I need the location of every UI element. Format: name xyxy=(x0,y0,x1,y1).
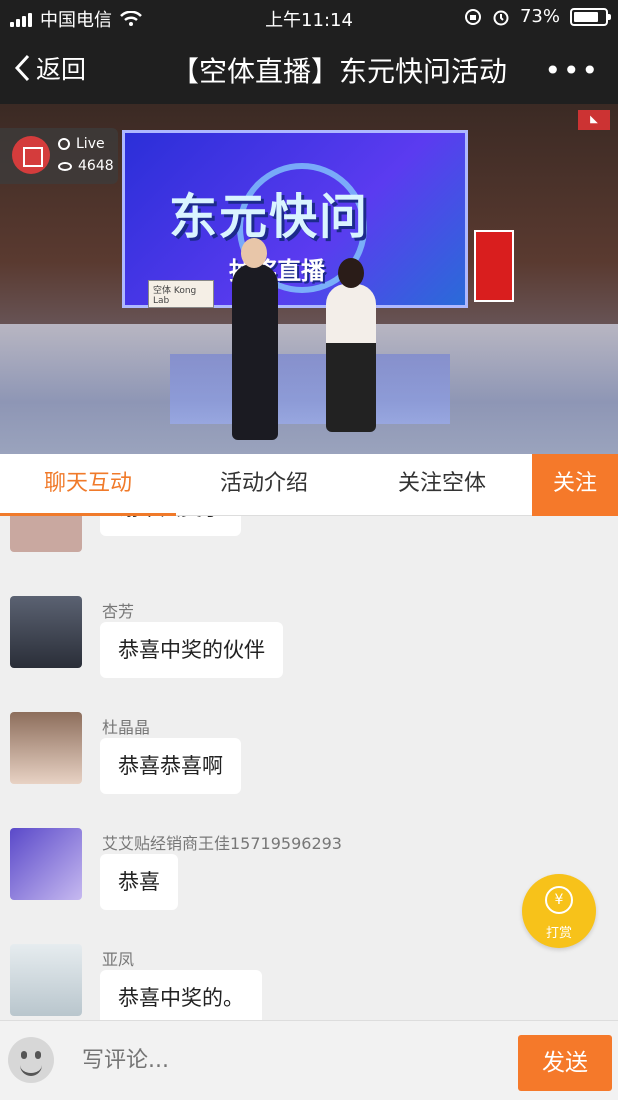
top-bar: 中国电信 上午11:14 73% 返回 【空体直播】东元快问活动 ••• xyxy=(0,0,618,104)
message-bubble: 谢中大奖了 xyxy=(100,516,241,536)
username: 杜晶晶 xyxy=(102,718,151,737)
username: 艾艾贴经销商王佳15719596293 xyxy=(102,834,342,853)
emoji-icon[interactable] xyxy=(8,1037,54,1083)
battery-icon xyxy=(570,7,611,26)
screen-title: 东元快问 xyxy=(169,189,370,245)
rollup-banner xyxy=(474,230,514,302)
status-right: 73% xyxy=(464,6,611,27)
chevron-left-icon xyxy=(14,54,30,82)
message-bubble: 恭喜恭喜啊 xyxy=(100,738,241,794)
channel-logo xyxy=(12,136,50,174)
message-bubble: 恭喜中奖的。 xyxy=(100,970,262,1020)
username: 杏芳 xyxy=(102,602,135,621)
logo-board: 空体 Kong Lab xyxy=(148,280,214,308)
back-label: 返回 xyxy=(36,55,87,84)
tab-chat[interactable]: 聊天互动 xyxy=(0,454,176,516)
avatar[interactable] xyxy=(10,516,82,552)
corner-logo: ◣ xyxy=(578,110,610,130)
tab-activity-intro[interactable]: 活动介绍 xyxy=(176,454,352,516)
comment-bar: 发送 xyxy=(0,1020,618,1100)
live-video-player[interactable]: 东元快问 抽奖直播 空体 Kong Lab Live 4648 ◣ xyxy=(0,104,618,454)
rotation-lock-icon xyxy=(464,8,481,25)
alarm-icon xyxy=(493,10,509,25)
avatar[interactable] xyxy=(10,828,82,900)
status-bar: 中国电信 上午11:14 73% xyxy=(0,0,618,34)
back-button[interactable]: 返回 xyxy=(14,50,86,86)
avatar[interactable] xyxy=(10,712,82,784)
reward-label: 打赏 xyxy=(545,926,572,941)
viewer-count: 4648 xyxy=(78,158,114,174)
comment-input[interactable] xyxy=(70,1035,506,1085)
tab-bar: 聊天互动 活动介绍 关注空体 关注 xyxy=(0,454,618,516)
battery-percent: 73% xyxy=(519,6,560,27)
send-button[interactable]: 发送 xyxy=(518,1035,612,1091)
live-label: Live xyxy=(76,136,105,152)
username: 亚凤 xyxy=(102,950,135,969)
live-badge: Live 4648 xyxy=(0,128,118,184)
host-female xyxy=(326,258,376,432)
avatar[interactable] xyxy=(10,596,82,668)
host-male xyxy=(232,238,278,440)
page-title: 【空体直播】东元快问活动 xyxy=(170,55,507,88)
message-bubble: 恭喜 xyxy=(100,854,178,910)
navigation-bar: 返回 【空体直播】东元快问活动 ••• xyxy=(0,34,618,104)
screen-reflection xyxy=(170,354,450,424)
follow-button[interactable]: 关注 xyxy=(532,454,618,516)
eye-icon xyxy=(58,161,72,171)
chat-list[interactable]: 谢中大奖了 杏芳 恭喜中奖的伙伴 杜晶晶 恭喜恭喜啊 艾艾贴经销商王佳15719… xyxy=(0,516,618,1020)
avatar[interactable] xyxy=(10,944,82,1016)
yen-coin-icon: ¥ xyxy=(545,886,573,914)
clock-icon xyxy=(58,138,70,150)
more-options-button[interactable]: ••• xyxy=(544,54,600,87)
reward-button[interactable]: ¥ 打赏 xyxy=(522,874,596,948)
tab-follow-kongti[interactable]: 关注空体 xyxy=(352,454,532,516)
message-bubble: 恭喜中奖的伙伴 xyxy=(100,622,283,678)
